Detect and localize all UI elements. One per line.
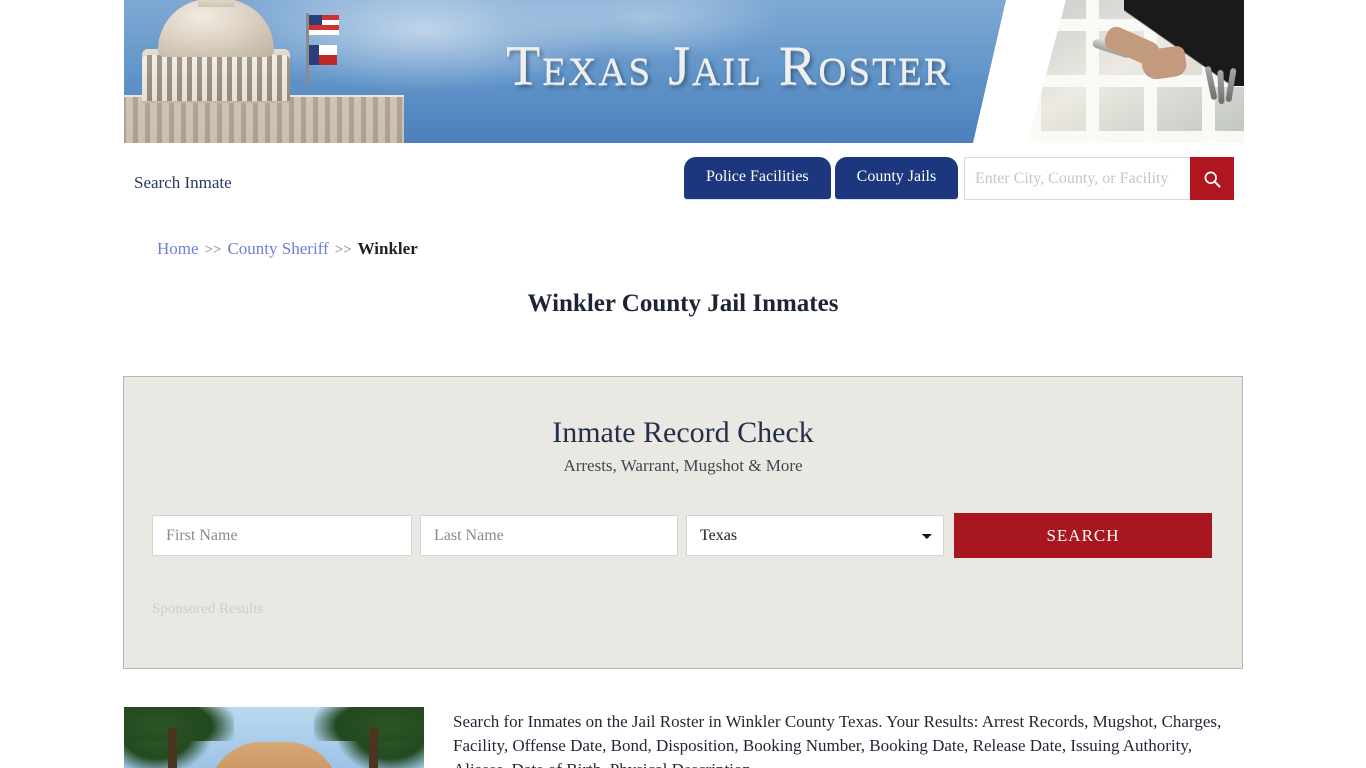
breadcrumb-separator: >> [334,242,352,258]
breadcrumb-item-home[interactable]: Home [157,239,199,258]
panel-title: Inmate Record Check [552,416,814,449]
search-icon [1204,171,1221,187]
nav-tabs: Police Facilities County Jails [684,157,959,199]
breadcrumb-item-county-sheriff[interactable]: County Sheriff [227,239,328,258]
sponsored-results-label: Sponsored Results [152,601,264,617]
county-photo [124,707,424,768]
panel-search-button[interactable]: SEARCH [954,513,1212,558]
breadcrumb: Home >> County Sheriff >> Winkler [157,239,418,259]
page-title: Winkler County Jail Inmates [527,290,839,317]
breadcrumb-item-current: Winkler [357,239,418,258]
navigation-bar: Search Inmate Police Facilities County J… [124,143,1244,223]
site-banner: Texas Jail Roster [124,0,1244,143]
inmate-record-check-panel: Inmate Record Check Arrests, Warrant, Mu… [123,376,1243,669]
site-brand[interactable]: Search Inmate [134,173,232,193]
state-select[interactable]: Texas [686,515,944,556]
first-name-input[interactable] [152,515,412,556]
inmate-search-form: Texas SEARCH [152,513,1212,558]
breadcrumb-separator: >> [204,242,222,258]
search-submit-button[interactable] [1190,157,1234,200]
tab-county-jails[interactable]: County Jails [834,157,959,199]
jail-door-image [1028,0,1244,143]
content-description: Search for Inmates on the Jail Roster in… [453,712,1222,768]
search-input[interactable] [964,157,1190,200]
us-flag-icon [309,15,339,35]
page-root: Texas Jail Roster Search Inmate Police F… [0,0,1366,768]
panel-subtitle: Arrests, Warrant, Mugshot & More [563,456,803,475]
header-search [964,157,1234,200]
content-section: Search for Inmates on the Jail Roster in… [124,707,1244,768]
tab-police-facilities[interactable]: Police Facilities [684,157,831,199]
last-name-input[interactable] [420,515,678,556]
